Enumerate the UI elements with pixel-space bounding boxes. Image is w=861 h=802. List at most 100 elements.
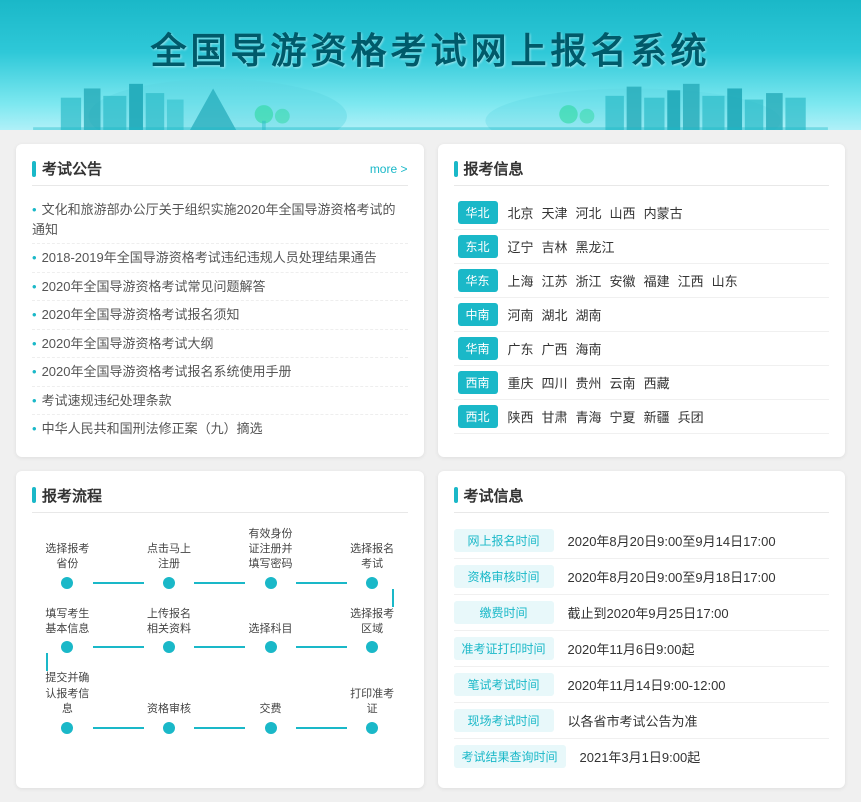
- exam-info-label: 网上报名时间: [454, 529, 554, 552]
- flow-step-dot: [163, 577, 175, 589]
- exam-info-value: 2020年8月20日9:00至9月18日17:00: [554, 567, 830, 586]
- flow-step-label: 选择报考区域: [347, 607, 398, 638]
- exam-info-row: 网上报名时间2020年8月20日9:00至9月14日17:00: [454, 523, 830, 559]
- city-link[interactable]: 山西: [610, 206, 636, 221]
- flow-step: 选择报考省份: [42, 542, 93, 589]
- city-link[interactable]: 天津: [542, 206, 568, 221]
- city-link[interactable]: 重庆: [508, 376, 534, 391]
- exam-info-row: 缴费时间截止到2020年9月25日17:00: [454, 595, 830, 631]
- city-link[interactable]: 河北: [576, 206, 602, 221]
- flow-step: 交费: [245, 690, 296, 734]
- city-link[interactable]: 广西: [542, 342, 568, 357]
- flow-step-dot: [265, 577, 277, 589]
- region-badge: 西北: [458, 405, 498, 428]
- exam-info-row: 资格审核时间2020年8月20日9:00至9月18日17:00: [454, 559, 830, 595]
- city-link[interactable]: 吉林: [542, 240, 568, 255]
- flow-step-label: 打印准考证: [347, 687, 398, 718]
- city-link[interactable]: 辽宁: [508, 240, 534, 255]
- region-badge: 西南: [458, 371, 498, 394]
- city-link[interactable]: 新疆: [644, 410, 670, 425]
- city-link[interactable]: 黑龙江: [576, 240, 615, 255]
- region-table: 华北北京天津河北山西内蒙古东北辽宁吉林黑龙江华东上海江苏浙江安徽福建江西山东中南…: [454, 196, 830, 434]
- city-link[interactable]: 湖北: [542, 308, 568, 323]
- exam-info-list: 网上报名时间2020年8月20日9:00至9月14日17:00资格审核时间202…: [454, 523, 830, 774]
- city-link[interactable]: 山东: [712, 274, 738, 289]
- city-link[interactable]: 福建: [644, 274, 670, 289]
- region-cities: 广东广西海南: [504, 332, 830, 366]
- region-row: 华南广东广西海南: [454, 332, 830, 366]
- news-item[interactable]: 2020年全国导游资格考试报名须知: [32, 301, 408, 330]
- city-link[interactable]: 宁夏: [610, 410, 636, 425]
- city-link[interactable]: 内蒙古: [644, 206, 683, 221]
- exam-info-value: 2021年3月1日9:00起: [566, 747, 829, 766]
- region-row: 华北北京天津河北山西内蒙古: [454, 196, 830, 230]
- city-link[interactable]: 四川: [542, 376, 568, 391]
- news-item[interactable]: 2020年全国导游资格考试报名系统使用手册: [32, 358, 408, 387]
- flow-diagram: 选择报考省份点击马上注册有效身份证注册并填写密码选择报名考试填写考生基本信息上传…: [32, 523, 408, 734]
- city-link[interactable]: 广东: [508, 342, 534, 357]
- region-row: 西北陕西甘肃青海宁夏新疆兵团: [454, 400, 830, 434]
- title-bar-icon3: [32, 487, 36, 503]
- flow-connector: [296, 727, 347, 729]
- city-link[interactable]: 贵州: [576, 376, 602, 391]
- registration-card: 报考信息 华北北京天津河北山西内蒙古东北辽宁吉林黑龙江华东上海江苏浙江安徽福建江…: [438, 144, 846, 457]
- flow-step-dot: [163, 722, 175, 734]
- flow-step-label: 选择报考省份: [42, 542, 93, 573]
- city-link[interactable]: 浙江: [576, 274, 602, 289]
- cityscape-decoration: [0, 70, 861, 130]
- news-item[interactable]: 中华人民共和国刑法修正案（九）摘选: [32, 415, 408, 443]
- announcement-header: 考试公告 more >: [32, 158, 408, 186]
- flow-connector: [93, 727, 144, 729]
- region-row: 东北辽宁吉林黑龙江: [454, 230, 830, 264]
- registration-title: 报考信息: [454, 158, 524, 179]
- flow-step-label: 有效身份证注册并填写密码: [245, 527, 296, 573]
- city-link[interactable]: 海南: [576, 342, 602, 357]
- exam-info-label: 资格审核时间: [454, 565, 554, 588]
- flow-step-label: 上传报名相关资料: [144, 607, 195, 638]
- exam-info-value: 2020年11月14日9:00-12:00: [554, 675, 830, 694]
- city-link[interactable]: 云南: [610, 376, 636, 391]
- flow-step: 填写考生基本信息: [42, 607, 93, 654]
- exam-info-row: 现场考试时间以各省市考试公告为准: [454, 703, 830, 739]
- flow-step-label: 提交并确认报考信息: [42, 671, 93, 717]
- exam-info-title: 考试信息: [454, 485, 524, 506]
- exam-info-header: 考试信息: [454, 485, 830, 513]
- city-link[interactable]: 甘肃: [542, 410, 568, 425]
- more-link[interactable]: more >: [370, 162, 408, 176]
- city-link[interactable]: 河南: [508, 308, 534, 323]
- city-link[interactable]: 湖南: [576, 308, 602, 323]
- news-item[interactable]: 考试速规违纪处理条款: [32, 387, 408, 416]
- flow-step-dot: [61, 577, 73, 589]
- city-link[interactable]: 兵团: [678, 410, 704, 425]
- flow-step-label: 资格审核: [147, 690, 191, 718]
- title-bar-icon4: [454, 487, 458, 503]
- region-cities: 河南湖北湖南: [504, 298, 830, 332]
- news-item[interactable]: 文化和旅游部办公厅关于组织实施2020年全国导游资格考试的通知: [32, 196, 408, 244]
- region-badge: 中南: [458, 303, 498, 326]
- region-row: 华东上海江苏浙江安徽福建江西山东: [454, 264, 830, 298]
- city-link[interactable]: 西藏: [644, 376, 670, 391]
- exam-info-value: 2020年8月20日9:00至9月14日17:00: [554, 531, 830, 550]
- city-link[interactable]: 安徽: [610, 274, 636, 289]
- exam-info-label: 准考证打印时间: [454, 637, 554, 660]
- city-link[interactable]: 江西: [678, 274, 704, 289]
- city-link[interactable]: 上海: [508, 274, 534, 289]
- announcement-title: 考试公告: [32, 158, 102, 179]
- flow-step: 打印准考证: [347, 687, 398, 734]
- news-item[interactable]: 2020年全国导游资格考试常见问题解答: [32, 273, 408, 302]
- city-link[interactable]: 青海: [576, 410, 602, 425]
- news-item[interactable]: 2020年全国导游资格考试大纲: [32, 330, 408, 359]
- news-item[interactable]: 2018-2019年全国导游资格考试违纪违规人员处理结果通告: [32, 244, 408, 273]
- process-header: 报考流程: [32, 485, 408, 513]
- city-link[interactable]: 江苏: [542, 274, 568, 289]
- city-link[interactable]: 陕西: [508, 410, 534, 425]
- flow-step-label: 填写考生基本信息: [42, 607, 93, 638]
- flow-step-dot: [265, 722, 277, 734]
- flow-step: 点击马上注册: [144, 542, 195, 589]
- main-content: 考试公告 more > 文化和旅游部办公厅关于组织实施2020年全国导游资格考试…: [0, 130, 861, 802]
- city-link[interactable]: 北京: [508, 206, 534, 221]
- flow-step-dot: [163, 641, 175, 653]
- exam-info-value: 以各省市考试公告为准: [554, 711, 830, 730]
- region-row: 中南河南湖北湖南: [454, 298, 830, 332]
- title-bar-icon2: [454, 161, 458, 177]
